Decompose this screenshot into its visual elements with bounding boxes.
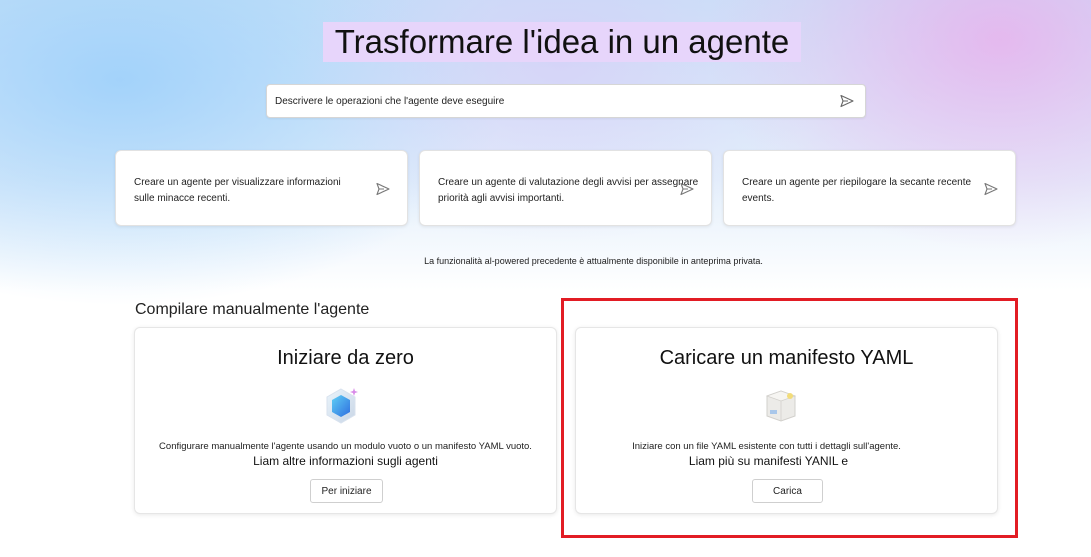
suggestion-text: Creare un agente per visualizzare inform… [134, 177, 341, 204]
page-title: Trasformare l'idea in un agente [323, 22, 801, 62]
suggestion-text: Creare un agente per riepilogare la seca… [742, 177, 972, 204]
section-title: Compilare manualmente l'agente [135, 301, 370, 318]
start-from-scratch-card: Iniziare da zero Configurare manualmente… [134, 327, 557, 514]
suggestion-card-alert-triage[interactable]: Creare un agente di valutazione degli av… [419, 150, 712, 226]
send-icon[interactable] [839, 93, 855, 109]
card-title: Iniziare da zero [277, 347, 414, 369]
suggestion-card-threat-intel[interactable]: Creare un agente per visualizzare inform… [115, 150, 408, 226]
send-icon[interactable] [679, 181, 695, 197]
suggestion-card-summarize[interactable]: Creare un agente per riepilogare la seca… [723, 150, 1016, 226]
get-started-button[interactable]: Per iniziare [310, 479, 383, 503]
agent-hexagon-icon [326, 388, 358, 424]
prompt-box[interactable] [266, 84, 866, 118]
send-icon[interactable] [375, 181, 391, 197]
prompt-input[interactable] [275, 95, 839, 107]
preview-notice: La funzionalità al-powered precedente è … [424, 256, 763, 266]
suggestion-text: Creare un agente di valutazione degli av… [438, 177, 699, 204]
card-description: Configurare manualmente l'agente usando … [159, 441, 532, 452]
learn-more-link[interactable]: Liam altre informazioni sugli agenti [135, 454, 556, 468]
highlight-box [561, 298, 1018, 538]
send-icon[interactable] [983, 181, 999, 197]
